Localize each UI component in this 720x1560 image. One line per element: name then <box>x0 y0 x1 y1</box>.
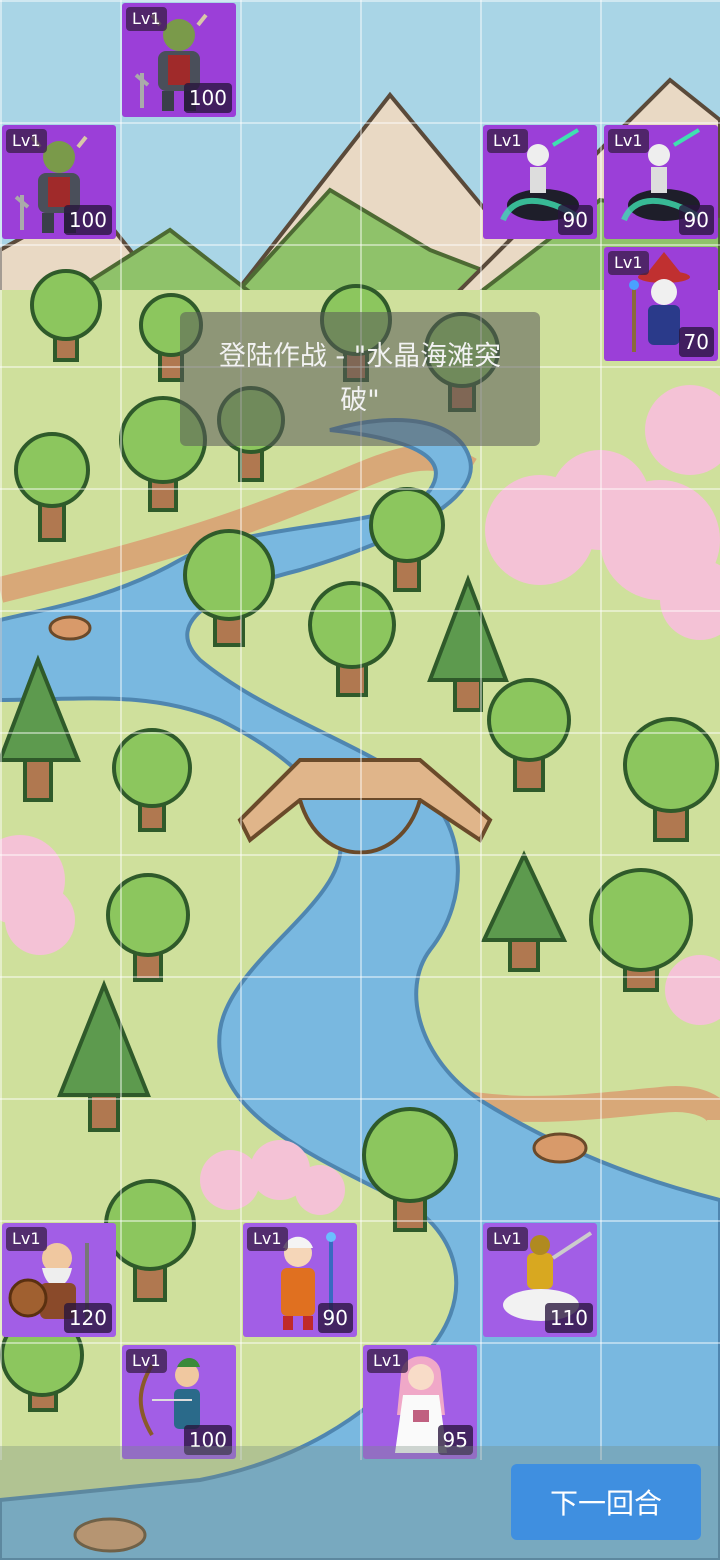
unit-hp: 90 <box>317 1303 353 1333</box>
enemy-unit-skeleton-mage[interactable]: Lv1 70 <box>604 247 718 361</box>
unit-hp: 100 <box>63 205 112 235</box>
unit-hp: 100 <box>183 83 232 113</box>
unit-level: Lv1 <box>487 129 528 153</box>
mission-banner: 登陆作战 - "水晶海滩突破" <box>180 312 540 446</box>
unit-hp: 90 <box>557 205 593 235</box>
unit-level: Lv1 <box>608 129 649 153</box>
ally-unit-priestess[interactable]: Lv1 95 <box>363 1345 477 1459</box>
enemy-unit-skeleton-rider[interactable]: Lv1 90 <box>604 125 718 239</box>
unit-level: Lv1 <box>487 1227 528 1251</box>
enemy-unit-orc-warrior[interactable]: Lv1 100 <box>2 125 116 239</box>
unit-level: Lv1 <box>6 1227 47 1251</box>
mission-title: 登陆作战 - "水晶海滩突破" <box>218 341 502 416</box>
unit-level: Lv1 <box>6 129 47 153</box>
next-turn-button[interactable]: 下一回合 <box>511 1464 701 1540</box>
enemy-unit-skeleton-rider[interactable]: Lv1 90 <box>483 125 597 239</box>
ally-unit-dwarf-warrior[interactable]: Lv1 120 <box>2 1223 116 1337</box>
unit-level: Lv1 <box>608 251 649 275</box>
unit-hp: 120 <box>63 1303 112 1333</box>
ally-unit-mounted-knight[interactable]: Lv1 110 <box>483 1223 597 1337</box>
unit-hp: 110 <box>544 1303 593 1333</box>
unit-hp: 90 <box>678 205 714 235</box>
enemy-unit-orc-warrior[interactable]: Lv1 100 <box>122 3 236 117</box>
ally-unit-elf-archer[interactable]: Lv1 100 <box>122 1345 236 1459</box>
unit-level: Lv1 <box>367 1349 408 1373</box>
unit-level: Lv1 <box>247 1227 288 1251</box>
unit-level: Lv1 <box>126 1349 167 1373</box>
unit-hp: 70 <box>678 327 714 357</box>
ally-unit-young-mage[interactable]: Lv1 90 <box>243 1223 357 1337</box>
unit-level: Lv1 <box>126 7 167 31</box>
